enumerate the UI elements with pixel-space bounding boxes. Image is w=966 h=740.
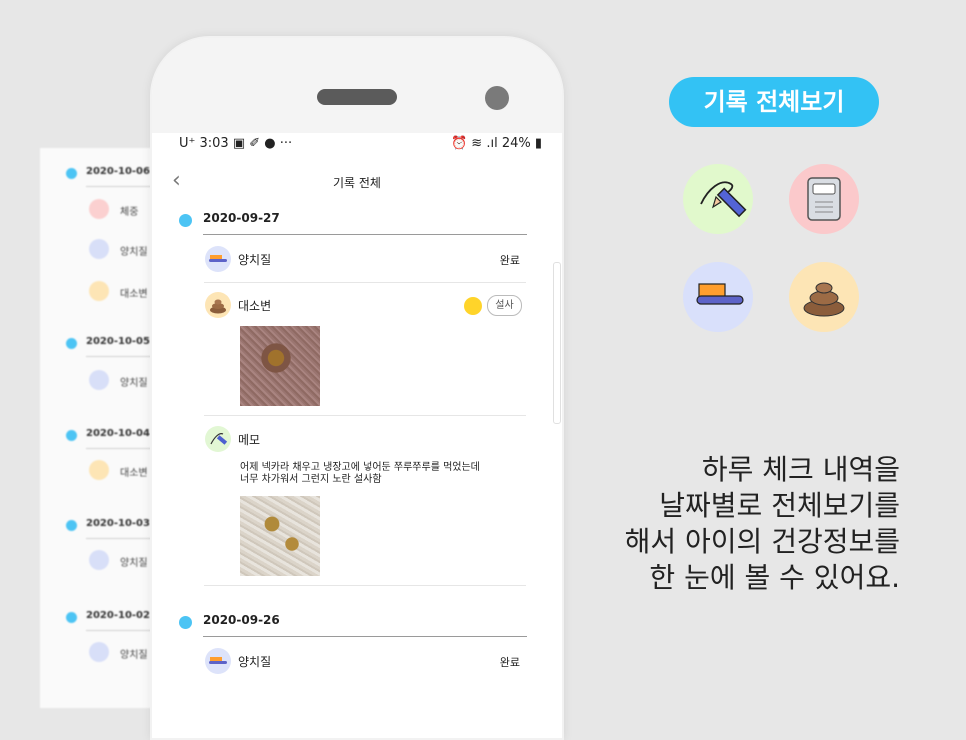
stool-type-badge: 설사 <box>487 295 522 316</box>
stool-photo[interactable] <box>240 326 320 406</box>
date-label: 2020-09-27 <box>203 211 280 225</box>
stool-color-dot <box>464 297 482 315</box>
entry-label: 메모 <box>238 433 261 447</box>
toothbrush-icon <box>89 370 109 390</box>
status-left: U⁺ 3:03 ▣ ✐ ● ··· <box>179 136 293 151</box>
toothbrush-icon <box>205 246 231 272</box>
bg-date: 2020-10-05 <box>86 336 150 347</box>
phone-bezel <box>152 38 562 133</box>
date-dot <box>66 168 77 179</box>
toothbrush-icon <box>205 648 231 674</box>
toothbrush-icon <box>89 642 109 662</box>
status-right: ⏰ ≋ .ıl 24% ▮ <box>450 136 542 151</box>
bg-item: 양치질 <box>120 558 148 569</box>
bg-item: 대소변 <box>120 289 148 300</box>
divider <box>204 282 526 283</box>
memo-icon <box>205 426 231 452</box>
entry-label: 양치질 <box>238 655 272 669</box>
camera-dot <box>485 86 509 110</box>
entry-label: 대소변 <box>238 299 272 313</box>
poop-icon <box>789 262 859 332</box>
date-dot <box>66 520 77 531</box>
date-dot <box>179 616 192 629</box>
divider <box>203 234 527 235</box>
divider <box>204 585 526 586</box>
divider <box>204 415 526 416</box>
date-dot <box>66 338 77 349</box>
poop-icon <box>89 281 109 301</box>
memo-photo[interactable] <box>240 496 320 576</box>
bg-item: 양치질 <box>120 650 148 661</box>
date-dot <box>179 214 192 227</box>
scroll-handle[interactable] <box>553 262 561 424</box>
promo-pill: 기록 전체보기 <box>669 77 879 127</box>
phone-frame: U⁺ 3:03 ▣ ✐ ● ··· ⏰ ≋ .ıl 24% ▮ ‹ 기록 전체 … <box>150 36 564 740</box>
toothbrush-icon <box>89 550 109 570</box>
divider <box>203 636 527 637</box>
date-label: 2020-09-26 <box>203 613 280 627</box>
scale-icon <box>789 164 859 234</box>
date-dot <box>66 430 77 441</box>
toothbrush-icon <box>683 262 753 332</box>
memo-text: 어제 넥카라 채우고 냉장고에 넣어둔 쭈루쭈루를 먹었는데 너무 차가워서 그… <box>240 462 480 485</box>
toothbrush-icon <box>89 239 109 259</box>
pencil-memo-icon <box>683 164 753 234</box>
date-dot <box>66 612 77 623</box>
bg-date: 2020-10-06 <box>86 166 150 177</box>
bg-date: 2020-10-02 <box>86 610 150 621</box>
bg-item: 양치질 <box>120 247 148 258</box>
app-bar: ‹ 기록 전체 <box>152 168 562 202</box>
status-bar: U⁺ 3:03 ▣ ✐ ● ··· ⏰ ≋ .ıl 24% ▮ <box>152 134 562 158</box>
bg-item: 체중 <box>120 207 139 218</box>
scale-icon <box>89 199 109 219</box>
bg-date: 2020-10-03 <box>86 518 150 529</box>
poop-icon <box>89 460 109 480</box>
speaker-slot <box>317 89 397 105</box>
bg-item: 양치질 <box>120 378 148 389</box>
bg-item: 대소변 <box>120 468 148 479</box>
promo-tagline: 하루 체크 내역을 날짜별로 전체보기를 해서 아이의 건강정보를 한 눈에 볼… <box>624 453 900 594</box>
entry-label: 양치질 <box>238 253 272 267</box>
poop-icon <box>205 292 231 318</box>
status-text: 완료 <box>499 254 520 267</box>
bg-date: 2020-10-04 <box>86 428 150 439</box>
page-title: 기록 전체 <box>333 176 381 190</box>
status-text: 완료 <box>499 656 520 669</box>
